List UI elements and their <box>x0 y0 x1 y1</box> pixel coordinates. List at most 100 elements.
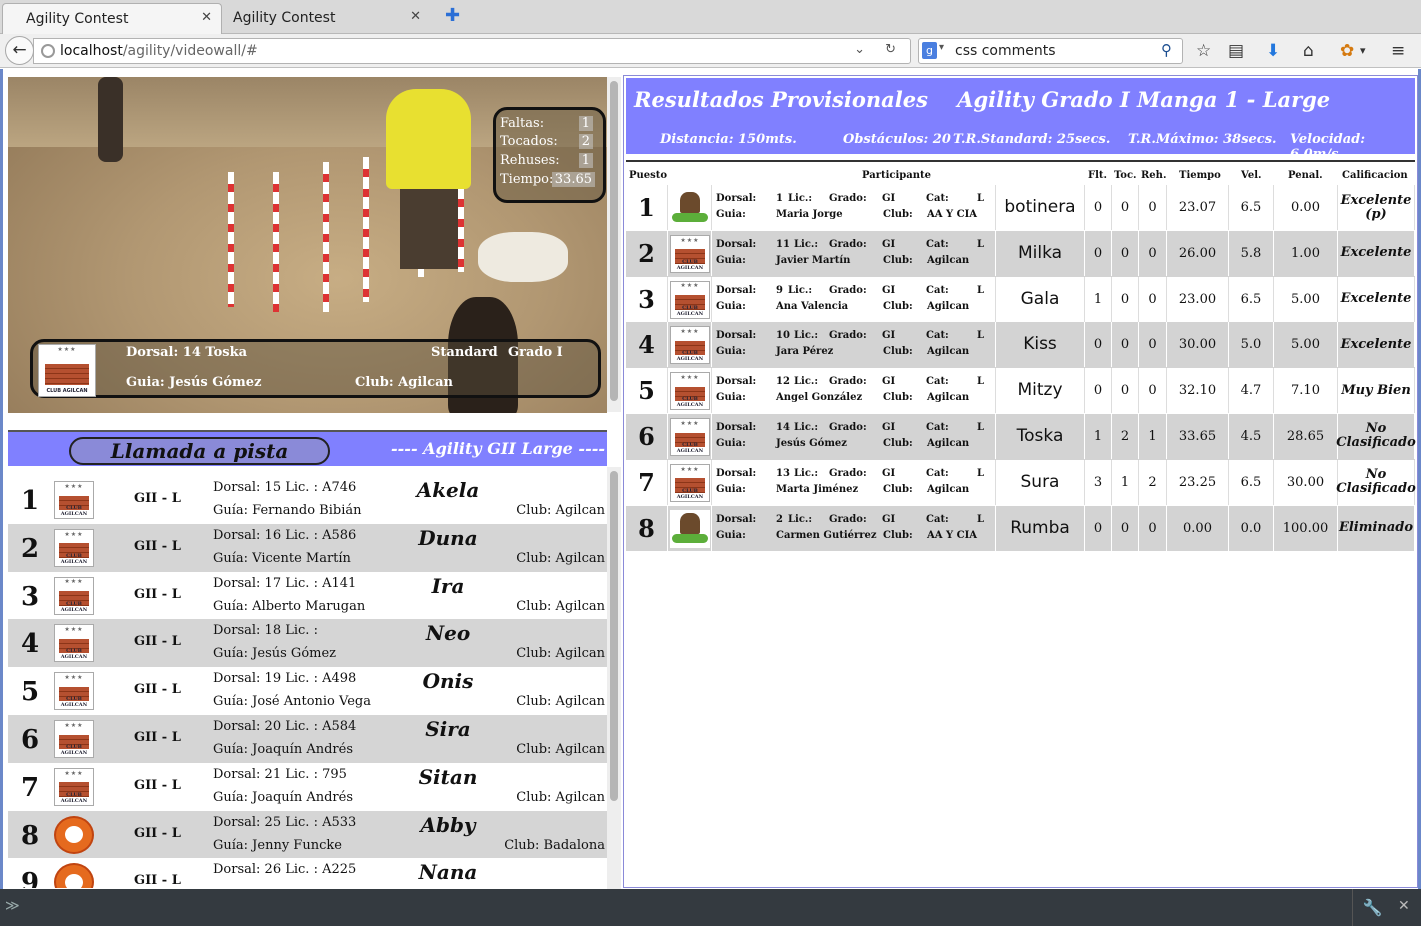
call-dorsal: Dorsal: 18 Lic. : <box>213 623 318 639</box>
dorsal-label: Dorsal: <box>716 238 757 250</box>
grado-label: Grado: <box>829 376 867 388</box>
close-tab-icon[interactable]: ✕ <box>410 9 421 24</box>
download-icon[interactable]: ⬇ <box>1266 41 1280 61</box>
result-club: AA Y CIA <box>927 529 978 541</box>
call-category: GII - L <box>134 491 181 506</box>
guia-label: Guia: <box>716 392 746 404</box>
grado-label: Grado: <box>829 193 867 204</box>
result-grado: GI <box>882 421 896 433</box>
dorsal-label: Dorsal: <box>716 193 757 204</box>
club-label: Club: <box>883 437 913 449</box>
call-dog-name: Nana <box>418 860 478 885</box>
result-position: 1 <box>626 185 668 230</box>
dorsal-label: Dorsal: <box>716 467 757 479</box>
grado-label: Grado: <box>829 238 867 250</box>
search-engine-icon[interactable]: g <box>922 42 937 59</box>
result-penal: 5.00 <box>1274 276 1338 322</box>
guia-label: Guia: <box>716 254 746 266</box>
call-row: 8 GII - L Dorsal: 25 Lic. : A533 Guía: Jenn… <box>8 810 607 859</box>
result-club: Agilcan <box>927 254 970 266</box>
result-grado: GI <box>882 513 896 525</box>
grado-label: Grado: <box>829 421 867 433</box>
result-guia: Marta Jiménez <box>776 483 859 495</box>
tab-title: Agility Contest <box>233 10 336 26</box>
result-reh: 2 <box>1139 459 1167 505</box>
call-guia: Guía: Vicente Martín <box>213 550 351 566</box>
tab-1[interactable]: Agility Contest ✕ <box>2 3 222 34</box>
lic-label: Lic.: <box>794 238 819 250</box>
wrench-icon[interactable]: 🔧 <box>1352 889 1392 926</box>
results-round: Agility Grado I Manga 1 - Large <box>957 87 1331 112</box>
call-list-scrollbar[interactable] <box>607 467 621 889</box>
call-category: GII - L <box>134 873 181 888</box>
lic-label: Lic.: <box>788 284 813 296</box>
result-info: Dorsal: 11 Lic.: Grado: GI Cat: L Guia: Javier M… <box>712 230 996 276</box>
club-agilcan-logo: ★★★ CLUB AGILCAN <box>54 719 94 758</box>
club-agilcan-logo: ★★★ CLUB AGILCAN <box>670 234 710 273</box>
club-label: Club: <box>883 529 913 541</box>
lic-label: Lic.: <box>788 193 813 204</box>
video-scrollbar[interactable] <box>607 77 621 412</box>
velocidad: Velocidad: 6.0m/s <box>1290 132 1366 162</box>
result-logo-cell: ★★★ CLUB AGILCAN <box>668 459 712 505</box>
col-toc: Toc. <box>1114 170 1137 181</box>
club-label: Club: <box>883 346 913 358</box>
col-vel: Vel. <box>1241 170 1262 181</box>
club-agilcan-logo: ★★★ CLUB AGILCAN <box>54 672 94 711</box>
lic-label: Lic.: <box>788 513 813 525</box>
call-category: GII - L <box>134 682 181 698</box>
tab-2[interactable]: Agility Contest ✕ <box>210 3 430 34</box>
result-dog: botinera <box>996 185 1085 230</box>
result-grado: GI <box>882 284 896 296</box>
new-tab-icon[interactable]: ✚ <box>445 5 460 26</box>
result-row: 8 Dorsal: 2 Lic.: Grado: GI Cat: L Guia: Carmen G… <box>626 505 1415 552</box>
call-dog-name: Neo <box>425 621 471 646</box>
col-calificacion: Calificacion <box>1342 170 1408 181</box>
console-prompt-icon[interactable]: ≫ <box>5 898 20 914</box>
result-tiempo: 32.10 <box>1167 368 1229 414</box>
club-badalona-logo <box>54 815 94 854</box>
menu-icon[interactable]: ≡ <box>1391 41 1405 61</box>
call-club: Club: Agilcan <box>516 789 605 805</box>
search-input[interactable]: g ▾ css comments ⚲ <box>918 38 1183 64</box>
bookmark-star-icon[interactable]: ☆ <box>1196 41 1211 61</box>
cat-label: Cat: <box>926 284 949 296</box>
rehuses-value: 1 <box>578 153 593 168</box>
tiempo-value: 33.65 <box>551 172 595 187</box>
result-vel: 6.5 <box>1229 276 1274 322</box>
grado-label: Grado: <box>829 330 867 342</box>
current-grade: Grado I <box>508 345 563 360</box>
result-dog: Mitzy <box>996 368 1085 414</box>
result-dorsal: 10 <box>776 330 790 342</box>
faltas-value: 1 <box>578 116 593 131</box>
result-logo-cell: ★★★ CLUB AGILCAN <box>668 230 712 276</box>
result-dorsal: 1 <box>776 193 783 204</box>
result-info: Dorsal: 10 Lic.: Grado: GI Cat: L Guia: Jara Pér… <box>712 322 996 368</box>
close-icon[interactable]: ✕ <box>1398 898 1410 914</box>
dog-figure <box>478 232 568 282</box>
reload-icon[interactable]: ⌄ ↻ <box>854 42 904 57</box>
result-reh: 0 <box>1139 368 1167 414</box>
result-toc: 1 <box>1112 459 1139 505</box>
home-icon[interactable]: ⌂ <box>1303 41 1314 61</box>
club-label: Club: <box>883 392 913 404</box>
result-row: 2 ★★★ CLUB AGILCAN Dorsal: 11 Lic.: Grado: GI Ca… <box>626 230 1415 277</box>
call-category: GII - L <box>134 634 181 650</box>
back-button[interactable]: ← <box>5 36 34 65</box>
result-grado: GI <box>882 330 896 342</box>
reading-list-icon[interactable]: ▤ <box>1228 41 1244 61</box>
weave-pole <box>228 172 234 307</box>
tr-maximo: T.R.Máximo: 38secs. <box>1128 132 1277 147</box>
url-bar[interactable]: localhost/agility/videowall/# ⌄ ↻ <box>33 38 911 64</box>
globe-icon <box>41 44 55 58</box>
result-calificacion: Excelente <box>1338 322 1415 368</box>
col-participante: Participante <box>862 170 932 181</box>
result-toc: 0 <box>1112 230 1139 276</box>
run-stats-box: Faltas: 1 Tocados: 2 Rehuses: 1 Tiempo: … <box>493 107 606 203</box>
call-dorsal: Dorsal: 26 Lic. : A225 <box>213 862 357 878</box>
call-category: ---- Agility GII Large ---- <box>391 439 605 458</box>
addon-icon[interactable]: ✿ <box>1340 41 1354 61</box>
call-row: 5 ★★★ CLUB AGILCAN GII - L Dorsal: 19 Lic. :… <box>8 667 607 715</box>
chevron-down-icon[interactable]: ▾ <box>1360 44 1366 57</box>
search-icon[interactable]: ⚲ <box>1161 41 1179 59</box>
